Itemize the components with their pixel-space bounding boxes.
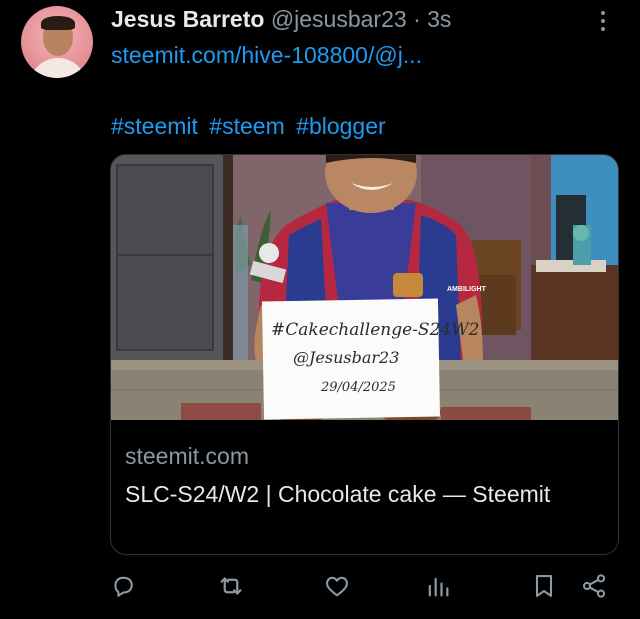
hashtag-link[interactable]: #steemit xyxy=(111,113,198,139)
card-meta[interactable]: steemit.com SLC-S24/W2 | Chocolate cake … xyxy=(111,420,618,554)
like-icon[interactable] xyxy=(319,568,355,604)
tweet-header: Jesus Barreto @jesusbar23 · 3s xyxy=(111,5,451,33)
hashtag-link[interactable]: #steem xyxy=(209,113,284,139)
author-name[interactable]: Jesus Barreto xyxy=(111,6,264,32)
shirt-text: AMBILIGHT xyxy=(447,286,487,293)
bookmark-icon[interactable] xyxy=(526,568,562,604)
sign-line-2: @Jesusbar23 xyxy=(293,348,399,367)
tweet-link[interactable]: steemit.com/hive-108800/@j... xyxy=(111,41,422,69)
retweet-icon[interactable] xyxy=(213,568,249,604)
card-image[interactable]: AMBILIGHT #Cakechallenge-S24W2 @Jesusbar… xyxy=(111,155,618,420)
share-icon[interactable] xyxy=(576,568,612,604)
separator-dot: · xyxy=(413,6,421,32)
avatar-shirt xyxy=(29,58,87,78)
link-card[interactable]: AMBILIGHT #Cakechallenge-S24W2 @Jesusbar… xyxy=(110,154,619,555)
more-options-icon[interactable] xyxy=(593,8,613,34)
views-icon[interactable] xyxy=(420,568,456,604)
card-title: SLC-S24/W2 | Chocolate cake — Steemit xyxy=(125,481,551,507)
reply-icon[interactable] xyxy=(105,568,141,604)
sign-line-1: #Cakechallenge-S24W2 xyxy=(271,320,480,340)
tweet-time[interactable]: 3s xyxy=(427,6,451,32)
avatar[interactable] xyxy=(21,6,93,78)
hashtags: #steemit #steem #blogger xyxy=(111,112,391,140)
avatar-hair xyxy=(41,16,75,30)
hashtag-link[interactable]: #blogger xyxy=(296,113,386,139)
card-domain: steemit.com xyxy=(125,443,249,469)
tweet: Jesus Barreto @jesusbar23 · 3s steemit.c… xyxy=(0,0,640,619)
sign-line-3: 29/04/2025 xyxy=(320,380,396,395)
action-bar xyxy=(0,568,640,608)
author-handle[interactable]: @jesusbar23 xyxy=(271,6,407,32)
